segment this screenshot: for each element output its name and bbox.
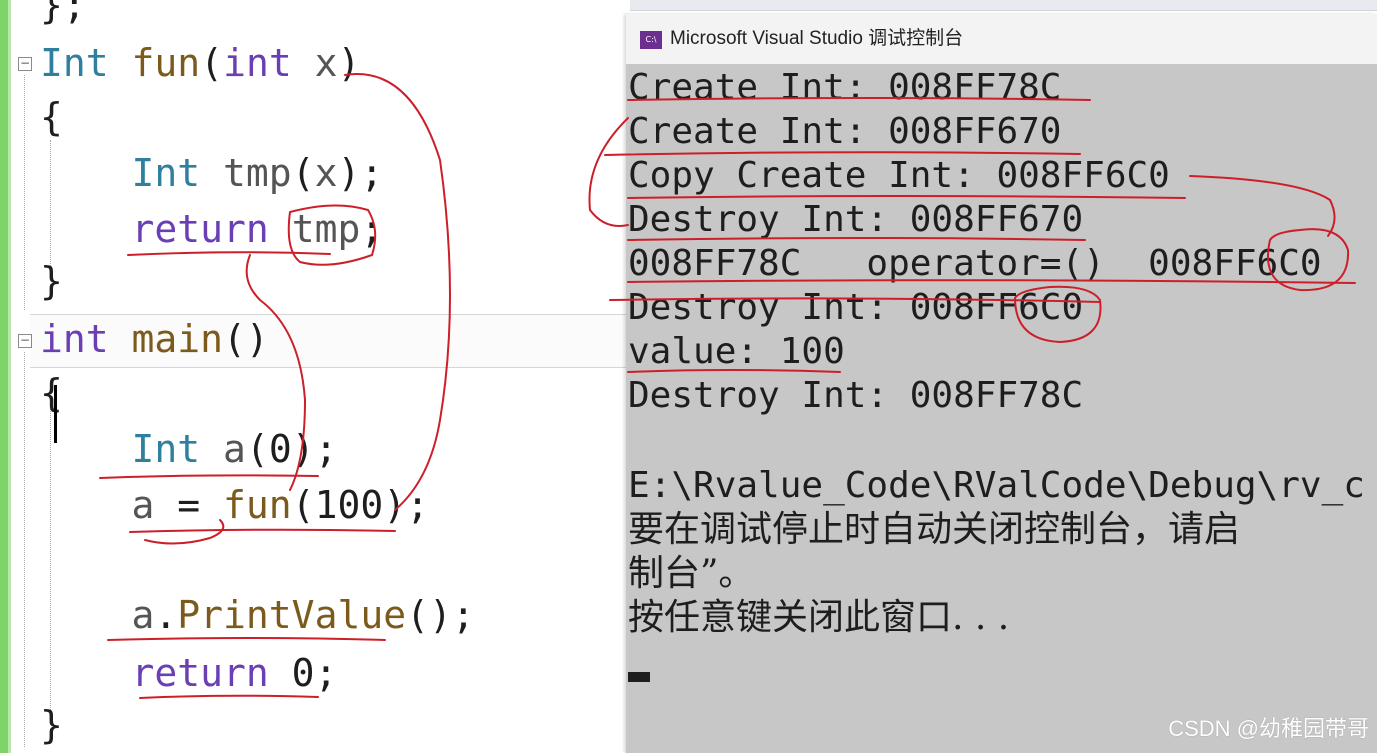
code-token: Int <box>131 151 201 195</box>
watermark: CSDN @幼稚园带哥 <box>1168 716 1369 741</box>
collapse-fun-icon[interactable]: − <box>18 57 32 71</box>
code-token: fun <box>223 483 292 527</box>
console-output-line: 008FF78C operator=() 008FF6C0 <box>628 243 1322 284</box>
change-tracking-bar-light <box>8 0 11 753</box>
code-token: ); <box>337 151 384 195</box>
console-title: Microsoft Visual Studio 调试控制台 <box>670 28 964 49</box>
code-token: . <box>154 593 178 637</box>
console-output-line: Destroy Int: 008FF670 <box>628 199 1084 240</box>
code-token: main <box>131 317 224 361</box>
line-tmp-decl[interactable]: Int tmp(x); <box>40 148 384 198</box>
code-token: a <box>131 483 155 527</box>
code-token: { <box>40 95 63 139</box>
code-token: ( <box>200 41 224 85</box>
collapse-main-icon[interactable]: − <box>18 334 32 348</box>
code-token: Int <box>40 41 109 85</box>
line-print[interactable]: a.PrintValue(); <box>40 590 475 640</box>
line-a-assign[interactable]: a = fun(100); <box>40 480 429 530</box>
console-output-line: Create Int: 008FF78C <box>628 67 1062 108</box>
code-token: int <box>223 41 292 85</box>
line-brace-top[interactable]: }; <box>40 0 86 30</box>
line-main-sig[interactable]: int main() <box>40 314 269 364</box>
console-output-line: Destroy Int: 008FF6C0 <box>628 287 1084 328</box>
fun-scope-guide <box>24 75 25 310</box>
code-token: 0; <box>268 651 338 695</box>
code-token: } <box>40 703 63 747</box>
code-token: tmp <box>223 151 292 195</box>
code-token: ; <box>360 207 384 251</box>
console-titlebar[interactable]: C:\ Microsoft Visual Studio 调试控制台 <box>626 14 1377 64</box>
console-output-line: E:\Rvalue_Code\RValCode\Debug\rv_c <box>628 465 1365 506</box>
code-token: PrintValue <box>177 593 407 637</box>
change-tracking-bar <box>0 0 8 753</box>
code-token: (100); <box>291 483 429 527</box>
code-token: return <box>131 207 269 251</box>
line-fun-open[interactable]: { <box>40 92 63 142</box>
code-token: a <box>131 593 155 637</box>
code-token: () <box>223 317 269 361</box>
code-token: return <box>131 651 269 695</box>
line-fun-sig[interactable]: Int fun(int x) <box>40 38 360 88</box>
code-token: ) <box>337 41 361 85</box>
console-output-line: 要在调试停止时自动关闭控制台，请启 <box>628 509 1241 550</box>
console-output-line: Destroy Int: 008FF78C <box>628 375 1084 416</box>
console-output-line: Copy Create Int: 008FF6C0 <box>628 155 1170 196</box>
code-token: x <box>314 41 338 85</box>
line-return-tmp[interactable]: return tmp; <box>40 204 384 254</box>
line-main-close[interactable]: } <box>40 700 63 750</box>
console-cursor <box>628 672 650 682</box>
line-main-open[interactable]: { <box>40 368 63 418</box>
console-output-line: 制台”。 <box>628 553 755 594</box>
console-output-line: Create Int: 008FF670 <box>628 111 1062 152</box>
console-output-line: value: 100 <box>628 331 845 372</box>
code-token: a <box>223 427 246 471</box>
code-token: { <box>40 371 63 415</box>
console-output-line: 按任意键关闭此窗口. . . <box>628 597 1010 638</box>
code-token: ( <box>291 151 315 195</box>
text-caret <box>54 385 57 443</box>
code-token: = <box>154 483 224 527</box>
code-token: x <box>314 151 338 195</box>
line-fun-close[interactable]: } <box>40 256 63 306</box>
code-token: (); <box>406 593 475 637</box>
line-return-0[interactable]: return 0; <box>40 648 338 698</box>
debug-console-window[interactable]: C:\ Microsoft Visual Studio 调试控制台 Create… <box>626 14 1377 753</box>
code-token: (0); <box>245 427 338 471</box>
line-a-decl[interactable]: Int a(0); <box>40 424 338 474</box>
code-token: tmp <box>291 207 361 251</box>
code-token: }; <box>40 0 86 27</box>
code-editor[interactable]: − − }; Int fun(int x){ Int tmp(x); return… <box>0 0 630 753</box>
code-token: } <box>40 259 63 303</box>
console-app-icon: C:\ <box>640 31 662 49</box>
code-token: fun <box>131 41 201 85</box>
code-token: int <box>40 317 109 361</box>
code-token: Int <box>131 427 201 471</box>
main-scope-guide <box>24 352 25 747</box>
